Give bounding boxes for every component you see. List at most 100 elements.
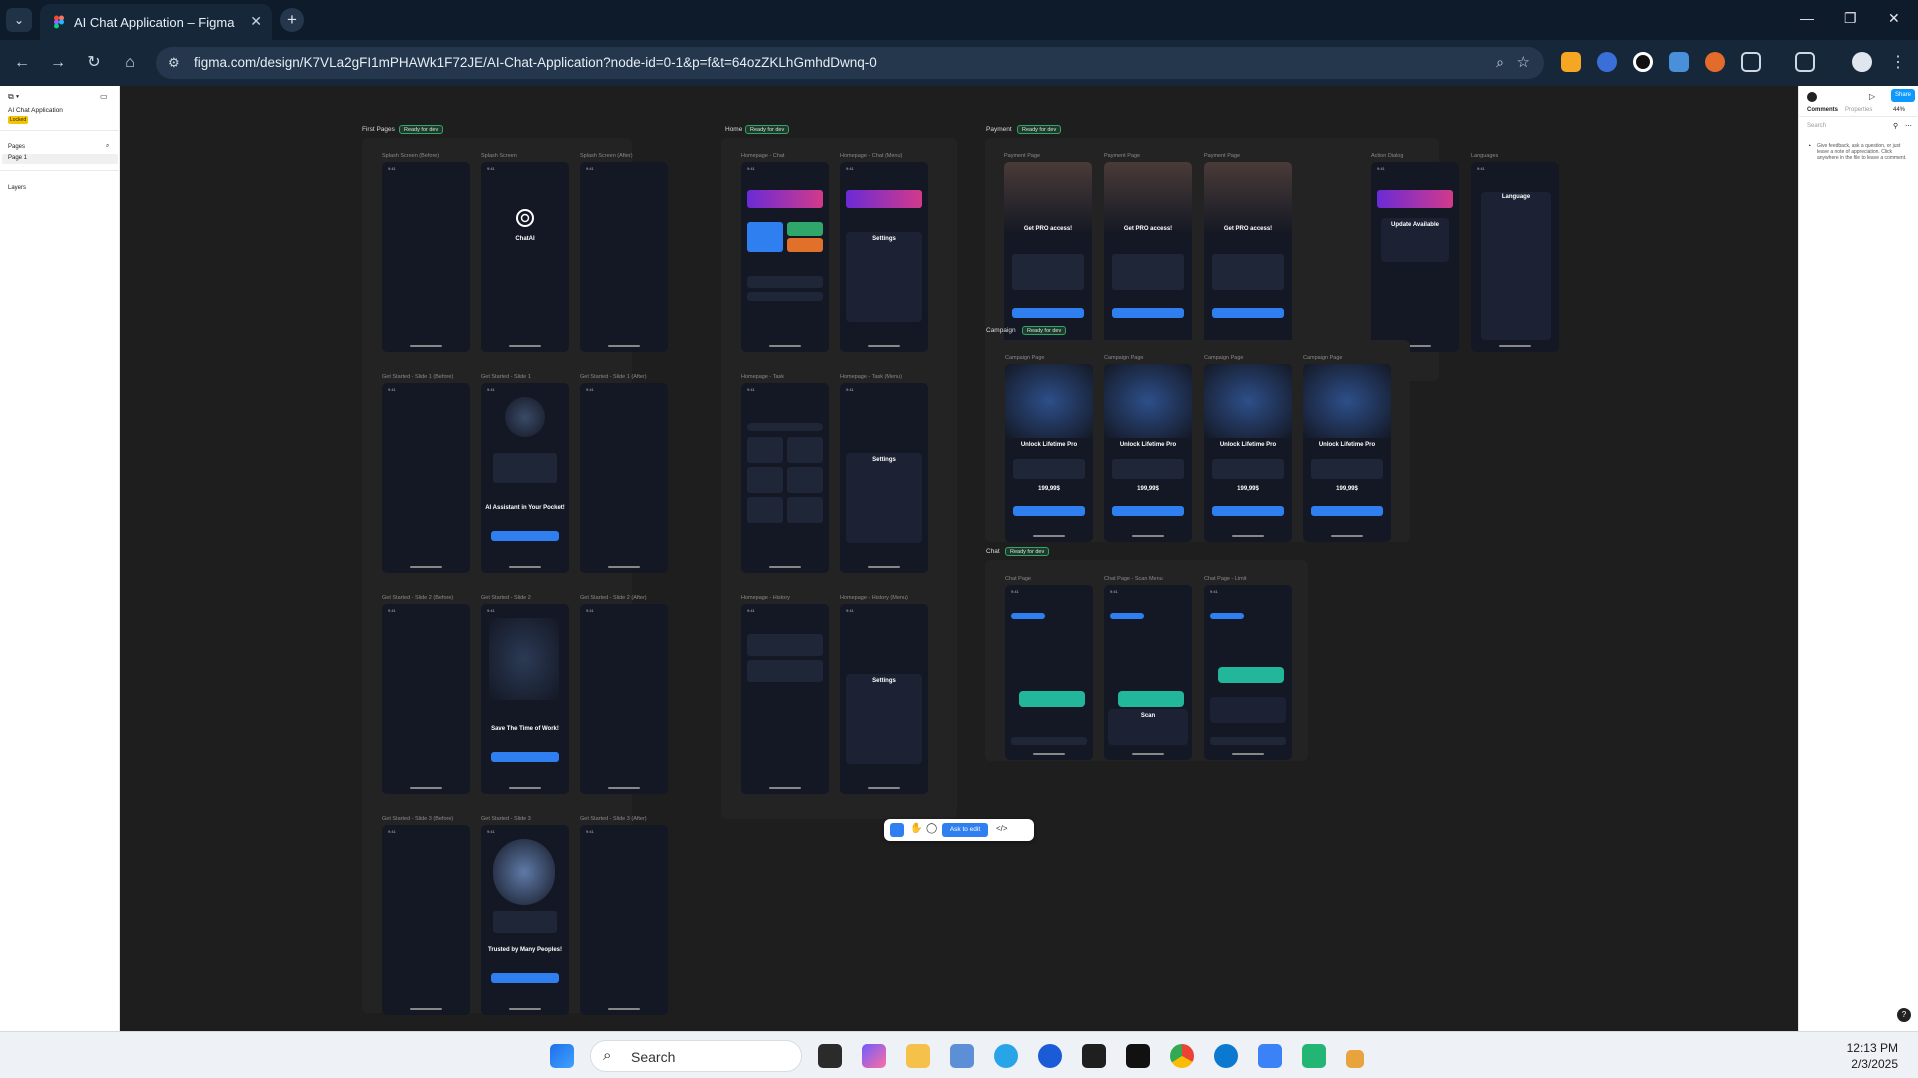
forward-icon[interactable]: → [46,51,70,75]
frame-homepage-history-menu[interactable]: 9:41 Settings [840,604,928,794]
frame-action-dialog[interactable]: 9:41 Update Available [1371,162,1459,352]
address-bar[interactable]: ⚙ figma.com/design/K7VLa2gFI1mPHAWk1F72J… [156,47,1544,79]
frame-campaign-3[interactable]: Unlock Lifetime Pro 199,99$ [1204,364,1292,542]
frame-slide3[interactable]: 9:41 Trusted by Many Peoples! [481,825,569,1015]
frame-payment-2[interactable]: Get PRO access! [1104,162,1192,352]
get-lifetime-button[interactable] [1013,506,1085,516]
telegram-icon[interactable] [994,1044,1018,1068]
sticky-notes-icon[interactable] [1082,1044,1106,1068]
get-started-button[interactable] [491,973,559,983]
section-title[interactable]: First Pages [362,126,395,133]
side-panel-icon[interactable] [1795,52,1815,72]
frame-slide1-after[interactable]: 9:41 [580,383,668,573]
frame-slide2-before[interactable]: 9:41 [382,604,470,794]
settings-menu[interactable] [846,232,922,322]
close-window-icon[interactable]: ✕ [1888,10,1900,27]
ask-to-edit-button[interactable]: Ask to edit [942,823,988,837]
present-icon[interactable]: ▷ [1869,92,1875,101]
taskbar-search[interactable]: ⌕ Search [590,1040,802,1072]
get-lifetime-button[interactable] [1112,506,1184,516]
message-input[interactable] [1011,737,1087,745]
new-tab-button[interactable]: + [280,8,304,32]
history-item[interactable] [747,634,823,656]
app-store-icon[interactable] [1258,1044,1282,1068]
home-icon[interactable]: ⌂ [118,51,142,75]
panel-toggle-icon[interactable]: ▭ [100,92,108,101]
premium-banner[interactable] [747,190,823,208]
section-title[interactable]: Payment [986,126,1012,133]
frame-campaign-4[interactable]: Unlock Lifetime Pro 199,99$ [1303,364,1391,542]
filter-icon[interactable]: ⚲ [1893,122,1898,130]
frame-languages[interactable]: 9:41 Language [1471,162,1559,352]
photos-icon[interactable] [950,1044,974,1068]
site-info-icon[interactable]: ⚙ [168,55,180,71]
share-button[interactable]: Share [1891,89,1915,102]
back-icon[interactable]: ← [10,51,34,75]
file-explorer-icon[interactable] [906,1044,930,1068]
frame-splash-after[interactable]: 9:41 [580,162,668,352]
model-tab[interactable] [1011,613,1045,619]
search-icon[interactable]: ⌕ [106,143,109,150]
history-item[interactable] [747,660,823,682]
minimize-icon[interactable]: — [1800,10,1814,26]
start-icon[interactable] [550,1044,574,1068]
extension-ring-icon[interactable] [1633,52,1653,72]
frame-slide2-after[interactable]: 9:41 [580,604,668,794]
tab-search-button[interactable]: ⌄ [6,8,32,32]
frame-slide3-before[interactable]: 9:41 [382,825,470,1015]
frame-slide3-after[interactable]: 9:41 [580,825,668,1015]
task-card[interactable] [747,222,783,252]
plan-options[interactable] [1012,254,1084,290]
message-input[interactable] [747,292,823,301]
terminal-icon[interactable] [1126,1044,1150,1068]
frame-chat[interactable]: 9:41 [1005,585,1093,760]
status-badge[interactable]: Ready for dev [1017,125,1062,134]
settings-menu[interactable] [846,674,922,764]
tab-properties[interactable]: Properties [1845,107,1872,113]
frame-slide1[interactable]: 9:41 AI Assistant in Your Pocket! [481,383,569,573]
section-title[interactable]: Campaign [986,327,1016,334]
frame-payment-1[interactable]: Get PRO access! [1004,162,1092,352]
zoom-level[interactable]: 44% [1893,107,1905,113]
try-free-button[interactable] [1212,308,1284,318]
user-avatar[interactable] [1807,92,1817,102]
frame-homepage-history[interactable]: 9:41 [741,604,829,794]
frame-homepage-task-menu[interactable]: 9:41 Settings [840,383,928,573]
tab-comments[interactable]: Comments [1807,107,1838,113]
list-item[interactable] [747,276,823,288]
more-icon[interactable]: ⋯ [1905,122,1912,130]
task-card[interactable] [787,238,823,252]
tab-close-icon[interactable]: ✕ [250,13,262,30]
frame-homepage-task[interactable]: 9:41 [741,383,829,573]
frame-homepage-chat-menu[interactable]: 9:41 Settings [840,162,928,352]
zoom-icon[interactable]: ⌕ [1496,54,1504,71]
frame-chat-limit[interactable]: 9:41 [1204,585,1292,760]
hand-tool-icon[interactable]: ✋ [910,823,922,834]
chrome-icon[interactable] [1170,1044,1194,1068]
search-field[interactable]: Search [1807,123,1826,129]
frame-chat-scan-menu[interactable]: 9:41 Scan [1104,585,1192,760]
app-icon[interactable] [1302,1044,1326,1068]
task-view-icon[interactable] [818,1044,842,1068]
continue-button[interactable] [491,752,559,762]
section-title[interactable]: Home [725,126,742,133]
extension-colorful-icon[interactable] [1561,52,1581,72]
design-canvas[interactable]: First Pages Ready for dev Splash Screen … [121,86,1797,1031]
profile-avatar[interactable] [1852,52,1872,72]
task-card[interactable] [787,222,823,236]
frame-homepage-chat[interactable]: 9:41 [741,162,829,352]
frame-slide1-before[interactable]: 9:41 [382,383,470,573]
status-badge[interactable]: Ready for dev [1005,547,1050,556]
frame-payment-3[interactable]: Get PRO access! [1204,162,1292,352]
extension-check-icon[interactable] [1597,52,1617,72]
edge-icon[interactable] [1214,1044,1238,1068]
try-free-button[interactable] [1012,308,1084,318]
bookmark-star-icon[interactable]: ☆ [1517,53,1530,71]
comment-tool-icon[interactable]: ◯ [926,823,937,834]
status-badge[interactable]: Ready for dev [399,125,444,134]
extension-blue-icon[interactable] [1669,52,1689,72]
frame-slide2[interactable]: 9:41 Save The Time of Work! [481,604,569,794]
browser-menu-icon[interactable]: ⋮ [1886,51,1910,75]
try-free-button[interactable] [1112,308,1184,318]
messenger-icon[interactable] [1038,1044,1062,1068]
